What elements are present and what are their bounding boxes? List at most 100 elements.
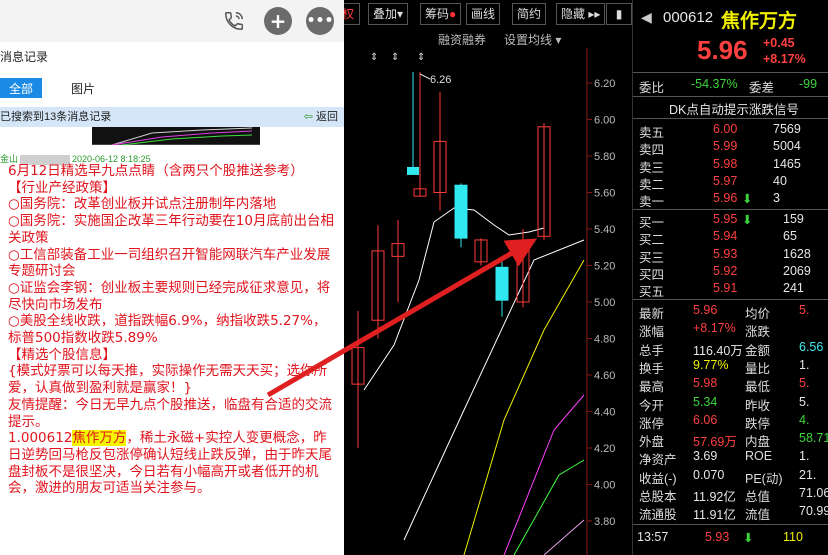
ask-price: 5.99	[713, 139, 738, 154]
divider	[633, 72, 828, 73]
y-tick-label: 5.20	[594, 261, 615, 273]
message-paragraph: 6月12日精选早九点点睛（含两只个股推送参考）	[8, 163, 304, 179]
stat-value: 5.34	[693, 394, 718, 409]
stat-value: 9.77%	[693, 357, 729, 372]
stat-row: 收益(-) 0.070 PE(动) 21.	[633, 467, 828, 486]
stat-row: 总手 116.40万 金额 6.56	[633, 339, 828, 358]
dk-signal-link[interactable]: DK点自动提示涨跌信号	[669, 99, 799, 119]
stat-row: 外盘 57.69万 内盘 58.71	[633, 431, 828, 449]
divider	[633, 524, 828, 525]
price-change-box: +0.45 +8.17%	[763, 35, 806, 67]
stat-value: 21.	[799, 467, 817, 482]
bid-label: 买一	[639, 216, 665, 230]
moving-average-line	[463, 259, 585, 555]
stat-value: 5.96	[693, 303, 718, 317]
tab-images[interactable]: 图片	[58, 78, 108, 98]
stock-recommendation: 1.000612焦作万方，稀土永磁+实控人变更概念，昨日逆势回马枪反包涨停确认短…	[8, 430, 338, 497]
ask-row[interactable]: 卖二 5.97 40	[633, 174, 828, 192]
stat-value: 11.92亿	[693, 490, 736, 504]
stat-label: 今开	[639, 398, 665, 413]
bid-label: 买二	[639, 233, 665, 248]
bid-row[interactable]: 买四 5.92 2069	[633, 263, 828, 282]
stat-value: 58.71	[799, 431, 828, 446]
message-paragraph: ○工信部装备工业一司组织召开智能网联汽车产业发展专题研讨会	[8, 246, 331, 280]
stat-row: 涨停 6.06 跌停 4.	[633, 412, 828, 431]
stat-label: 涨停	[639, 416, 665, 431]
stat-row: 总股本 11.92亿 总值 71.06	[633, 486, 828, 504]
candle-body	[495, 266, 509, 301]
bid-row[interactable]: 买三 5.93 1628	[633, 246, 828, 265]
stat-value: 5.	[799, 376, 810, 391]
bid-row[interactable]: 买五 5.91 241	[633, 281, 828, 299]
stat-label: 最低	[745, 380, 771, 395]
kline-chart-panel: 权 叠加▾ 筹码● 画线 简约 隐藏 ▸▸ ▮ 融资融券 设置均线 ▾ 6.20…	[344, 0, 632, 555]
tick-row: 13:57 5.93 ⬇ 110	[633, 530, 828, 547]
weicha-label: 委差	[749, 81, 775, 95]
back-button[interactable]: ⇦ 返回	[304, 107, 338, 127]
y-tick-label: 6.20	[594, 78, 615, 90]
search-result-bar: 已搜索到13条消息记录 ⇦ 返回	[0, 107, 344, 127]
stat-label: 涨跌	[745, 325, 771, 340]
last-price: 5.96	[697, 35, 748, 65]
high-annotation-line	[419, 73, 431, 80]
stat-value: 70.99	[799, 504, 828, 519]
message-paragraph: 【行业产经政策】	[8, 179, 116, 196]
stat-row: 净资产 3.69 ROE 1.	[633, 449, 828, 468]
y-tick-label: 5.00	[594, 297, 615, 309]
phone-icon[interactable]	[220, 7, 248, 35]
stat-value: 6.06	[693, 412, 718, 427]
bid-volume: 2069	[783, 263, 811, 278]
message-paragraph: 友情提醒：今日无早九点个股推送，临盘有合适的交流提示。	[8, 396, 332, 430]
ask-row[interactable]: 卖五 6.00 7569	[633, 122, 828, 140]
ask-row[interactable]: 卖四 5.99 5004	[633, 139, 828, 157]
bid-price: 5.92	[713, 263, 738, 278]
stat-value: +8.17%	[693, 321, 736, 336]
stat-value: 71.06	[799, 486, 828, 500]
ask-row[interactable]: 卖一 5.96 3 ⬇	[633, 191, 828, 209]
stat-value: 5.	[799, 394, 810, 409]
ask-volume: 1465	[773, 156, 801, 171]
bid-price: 5.93	[713, 246, 738, 261]
stat-row: 涨幅 +8.17% 涨跌	[633, 321, 828, 340]
ask-row[interactable]: 卖三 5.98 1465	[633, 156, 828, 175]
stat-value: 0.070	[693, 467, 725, 482]
message-paragraph: ○国务院：改革创业板并试点注册制年内落地	[8, 196, 277, 213]
ask-price: 5.96	[713, 191, 738, 206]
tab-all[interactable]: 全部	[0, 78, 42, 98]
divider	[633, 118, 828, 119]
stat-label: 收益(-)	[639, 471, 677, 486]
image-thumbnail[interactable]	[92, 127, 260, 146]
kline-chart[interactable]: 6.20 6.00 5.80 5.60 5.40 5.20 5.00 4.80 4.60 4.40…	[344, 0, 632, 555]
bid-row[interactable]: 买二 5.94 65	[633, 229, 828, 248]
stat-label: 总股本	[639, 490, 677, 504]
ask-label: 卖三	[639, 160, 665, 175]
ask-label: 卖五	[639, 126, 665, 140]
add-icon[interactable]: +	[264, 7, 292, 35]
stat-value: 4.	[799, 412, 810, 427]
stat-value: 6.56	[799, 339, 824, 354]
candle-body	[407, 166, 419, 175]
ask-volume: 3	[773, 191, 780, 206]
stock-name: 焦作万方	[721, 11, 798, 32]
stat-label: 净资产	[639, 453, 677, 468]
moving-average-line	[513, 459, 585, 555]
y-tick-label: 3.80	[594, 516, 615, 528]
y-tick-label: 5.80	[594, 151, 615, 163]
stock-highlight[interactable]: 焦作万方	[72, 430, 127, 447]
more-icon[interactable]: •••	[306, 7, 334, 35]
down-arrow-icon: ⬇	[743, 531, 754, 545]
y-tick-label: 6.00	[594, 115, 615, 127]
y-tick-label: 4.80	[594, 334, 615, 346]
stat-label: PE(动)	[745, 471, 783, 486]
marker-icon: ⇕	[417, 52, 425, 63]
stock-code: 000612	[663, 9, 714, 26]
order-ratio-row: 委比 -54.37% 委差 -99	[633, 77, 828, 95]
bid-row[interactable]: 买一 5.95 159 ⬇	[633, 212, 828, 230]
message-paragraph: ○证监会李钢：创业板主要规则已经完成征求意见，将尽快向市场发布	[8, 279, 331, 313]
stat-label: 涨幅	[639, 325, 665, 340]
stat-row: 今开 5.34 昨收 5.	[633, 394, 828, 413]
ask-price: 5.98	[713, 156, 738, 171]
bid-price: 5.91	[713, 281, 738, 296]
bid-volume: 159	[783, 212, 804, 226]
prev-stock-icon[interactable]: ◀	[641, 9, 652, 26]
